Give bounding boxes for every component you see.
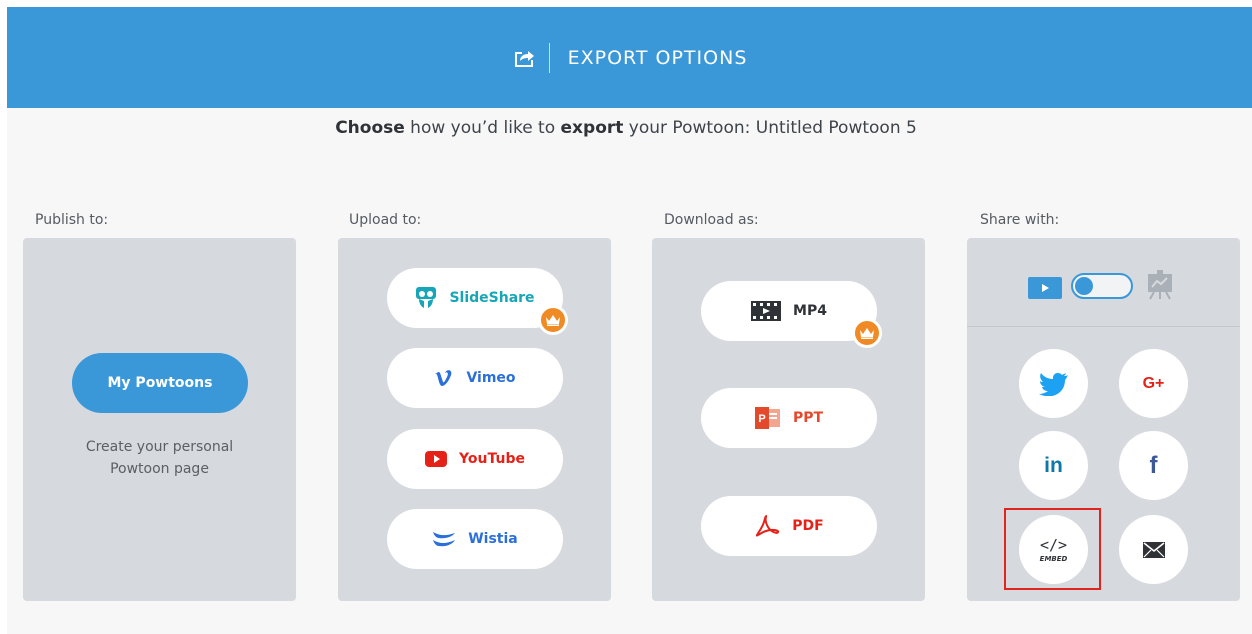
- pdf-label: PDF: [792, 518, 824, 534]
- mp4-label: MP4: [793, 303, 827, 319]
- slideshare-icon: [416, 287, 437, 308]
- export-emphasis: export: [560, 118, 624, 138]
- presentation-icon: [1148, 270, 1172, 300]
- ppt-download-button[interactable]: P PPT: [701, 388, 877, 448]
- facebook-share-button[interactable]: f: [1119, 431, 1188, 500]
- premium-crown-icon: [852, 318, 882, 348]
- envelope-icon: [1142, 541, 1165, 558]
- slideshare-label: SlideShare: [449, 290, 535, 306]
- share-with-label: Share with:: [980, 212, 1060, 228]
- mp4-download-button[interactable]: MP4: [701, 281, 877, 341]
- youtube-upload-button[interactable]: YouTube: [387, 429, 563, 489]
- google-plus-icon: G+: [1142, 374, 1165, 392]
- wistia-label: Wistia: [468, 531, 518, 547]
- svg-text:P: P: [758, 413, 765, 425]
- pdf-download-button[interactable]: PDF: [701, 496, 877, 556]
- instructions-text-2: your Powtoon: Untitled Powtoon 5: [623, 118, 917, 138]
- slideshare-upload-button[interactable]: SlideShare: [387, 268, 563, 328]
- publish-to-label: Publish to:: [35, 212, 109, 228]
- publish-panel: [23, 238, 296, 601]
- export-instructions: Choose how you’d like to export your Pow…: [0, 118, 1252, 138]
- premium-crown-icon: [538, 305, 568, 335]
- my-powtoons-button[interactable]: My Powtoons: [72, 353, 248, 413]
- choose-emphasis: Choose: [335, 118, 405, 138]
- facebook-icon: f: [1149, 451, 1158, 479]
- export-options-header: EXPORT OPTIONS: [7, 7, 1252, 108]
- email-share-button[interactable]: [1119, 515, 1188, 584]
- download-as-label: Download as:: [664, 212, 759, 228]
- twitter-icon: [1038, 372, 1068, 396]
- video-play-icon: [1028, 277, 1062, 299]
- my-powtoons-description: Create your personal Powtoon page: [23, 436, 296, 480]
- vimeo-icon: [435, 370, 452, 386]
- upload-to-label: Upload to:: [349, 212, 422, 228]
- header-divider: [548, 42, 550, 73]
- wistia-icon: [433, 532, 456, 547]
- linkedin-share-button[interactable]: in: [1019, 431, 1088, 500]
- instructions-text-1: how you’d like to: [404, 118, 561, 138]
- linkedin-icon: in: [1044, 453, 1063, 477]
- powerpoint-icon: P: [754, 407, 780, 429]
- ppt-label: PPT: [792, 410, 824, 426]
- toggle-knob: [1075, 277, 1093, 295]
- description-line-1: Create your personal: [85, 439, 234, 455]
- share-export-icon: [514, 50, 534, 67]
- pdf-icon: [756, 515, 780, 537]
- vimeo-upload-button[interactable]: Vimeo: [387, 348, 563, 408]
- film-icon: [751, 301, 782, 321]
- share-mode-toggle[interactable]: [1071, 273, 1133, 299]
- google-plus-share-button[interactable]: G+: [1119, 349, 1188, 418]
- wistia-upload-button[interactable]: Wistia: [387, 509, 563, 569]
- page-title: EXPORT OPTIONS: [567, 46, 748, 69]
- youtube-label: YouTube: [459, 451, 525, 467]
- embed-highlight-box: [1004, 508, 1101, 590]
- vimeo-label: Vimeo: [466, 370, 516, 386]
- description-line-2: Powtoon page: [110, 461, 209, 477]
- youtube-icon: [425, 451, 448, 467]
- twitter-share-button[interactable]: [1019, 349, 1088, 418]
